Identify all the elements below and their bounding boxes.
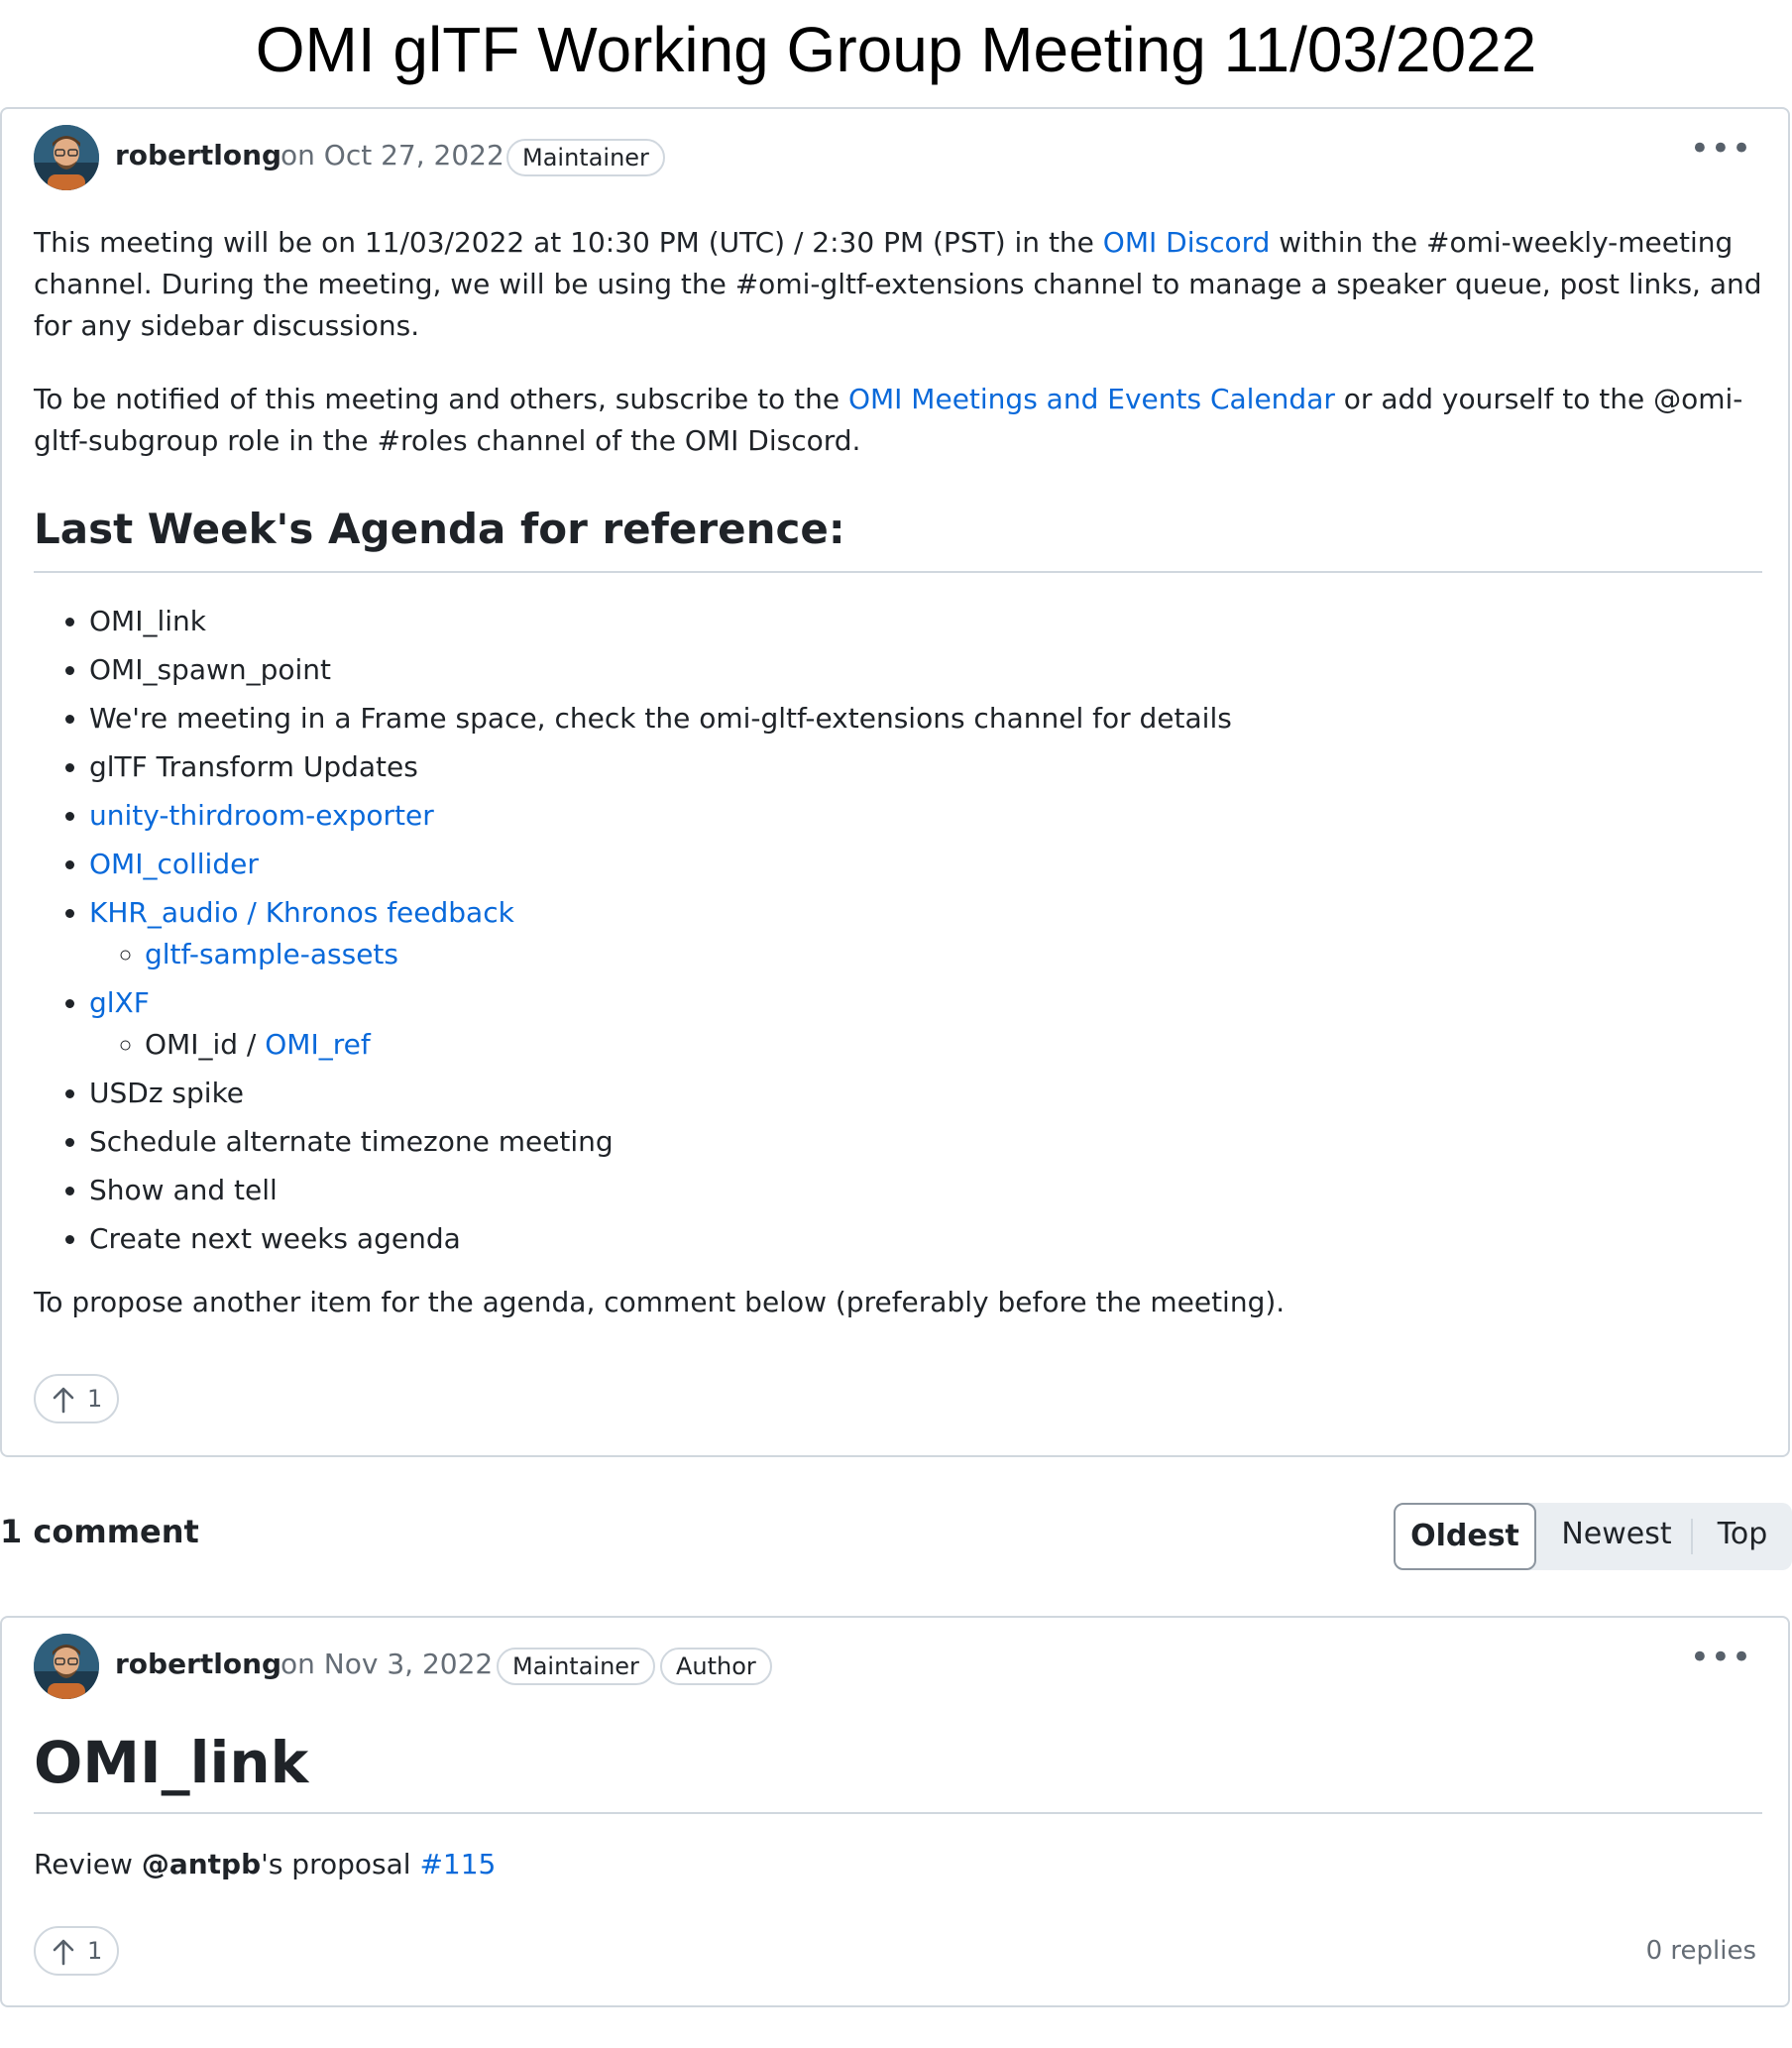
replies-count[interactable]: 0 replies (1646, 1936, 1756, 1966)
post-author[interactable]: robertlong (115, 139, 281, 171)
list-item: unity-thirdroom-exporter (89, 795, 1762, 837)
comment-body: OMI_link Review @antpb's proposal #115 (34, 1727, 1762, 1885)
omi-ref-link[interactable]: OMI_ref (265, 1028, 370, 1061)
list-item: OMI_spawn_point (89, 649, 1762, 691)
list-item: USDz spike (89, 1073, 1762, 1114)
unity-exporter-link[interactable]: unity-thirdroom-exporter (89, 799, 434, 832)
page-title: OMI glTF Working Group Meeting 11/03/202… (255, 14, 1537, 85)
list-item: glTF Transform Updates (89, 746, 1762, 788)
post-paragraph-2: To be notified of this meeting and other… (34, 383, 1743, 457)
upvote-button[interactable]: 1 (34, 1374, 119, 1423)
arrow-up-icon (53, 1939, 74, 1966)
sort-top-tab[interactable]: Top (1693, 1503, 1792, 1570)
comment-text: Review @antpb's proposal #115 (34, 1848, 497, 1880)
comment-author-avatar[interactable] (34, 1634, 99, 1699)
calendar-link[interactable]: OMI Meetings and Events Calendar (848, 383, 1335, 415)
list-item: Create next weeks agenda (89, 1218, 1762, 1260)
arrow-up-icon (53, 1387, 74, 1414)
issue-link[interactable]: #115 (419, 1848, 496, 1880)
omi-collider-link[interactable]: OMI_collider (89, 848, 259, 880)
discussion-post: robertlong on Oct 27, 2022 Maintainer ••… (0, 107, 1790, 1457)
comment-upvote-button[interactable]: 1 (34, 1926, 119, 1976)
kebab-horizontal-icon[interactable]: ••• (1690, 1641, 1752, 1674)
glxf-link[interactable]: glXF (89, 986, 150, 1019)
kebab-horizontal-icon[interactable]: ••• (1690, 132, 1752, 166)
upvote-count: 1 (87, 1385, 103, 1413)
post-date[interactable]: on Oct 27, 2022 (280, 139, 504, 171)
omi-discord-link[interactable]: OMI Discord (1103, 226, 1271, 259)
comment-author[interactable]: robertlong (115, 1648, 281, 1680)
agenda-heading: Last Week's Agenda for reference: (34, 505, 845, 553)
comment-card: robertlong on Nov 3, 2022 Maintainer Aut… (0, 1616, 1790, 2007)
list-item: Schedule alternate timezone meeting (89, 1121, 1762, 1163)
sort-oldest-tab[interactable]: Oldest (1394, 1503, 1536, 1570)
comments-count: 1 comment (0, 1513, 199, 1550)
author-badge: Author (660, 1648, 772, 1685)
list-item: OMI_collider (89, 844, 1762, 885)
avatar-icon (34, 125, 99, 190)
avatar-icon (34, 1634, 99, 1699)
list-item: Show and tell (89, 1170, 1762, 1211)
sub-list-item: gltf-sample-assets (145, 934, 1762, 975)
list-item: We're meeting in a Frame space, check th… (89, 698, 1762, 740)
agenda-list: OMI_link OMI_spawn_point We're meeting i… (34, 601, 1762, 1260)
khr-audio-link[interactable]: KHR_audio / Khronos feedback (89, 896, 514, 929)
post-footer-text: To propose another item for the agenda, … (34, 1286, 1286, 1318)
list-item: KHR_audio / Khronos feedback gltf-sample… (89, 892, 1762, 975)
comment-heading: OMI_link (34, 1729, 309, 1796)
heading-divider (34, 1812, 1762, 1814)
user-mention[interactable]: @antpb (142, 1848, 261, 1880)
gltf-sample-assets-link[interactable]: gltf-sample-assets (145, 938, 398, 970)
upvote-count: 1 (87, 1937, 103, 1965)
comment-date[interactable]: on Nov 3, 2022 (280, 1648, 493, 1680)
list-item: glXF OMI_id / OMI_ref (89, 982, 1762, 1066)
heading-divider (34, 571, 1762, 573)
sub-list: OMI_id / OMI_ref (89, 1024, 1762, 1066)
list-item: OMI_link (89, 601, 1762, 642)
post-body: This meeting will be on 11/03/2022 at 10… (34, 222, 1762, 1323)
sort-newest-tab[interactable]: Newest (1542, 1503, 1691, 1570)
sub-list-item: OMI_id / OMI_ref (145, 1024, 1762, 1066)
post-paragraph-1: This meeting will be on 11/03/2022 at 10… (34, 226, 1762, 342)
maintainer-badge: Maintainer (497, 1648, 655, 1685)
comment-sort-tabs: Oldest Newest Top (1394, 1503, 1792, 1570)
maintainer-badge: Maintainer (506, 139, 665, 176)
author-avatar[interactable] (34, 125, 99, 190)
sub-list: gltf-sample-assets (89, 934, 1762, 975)
